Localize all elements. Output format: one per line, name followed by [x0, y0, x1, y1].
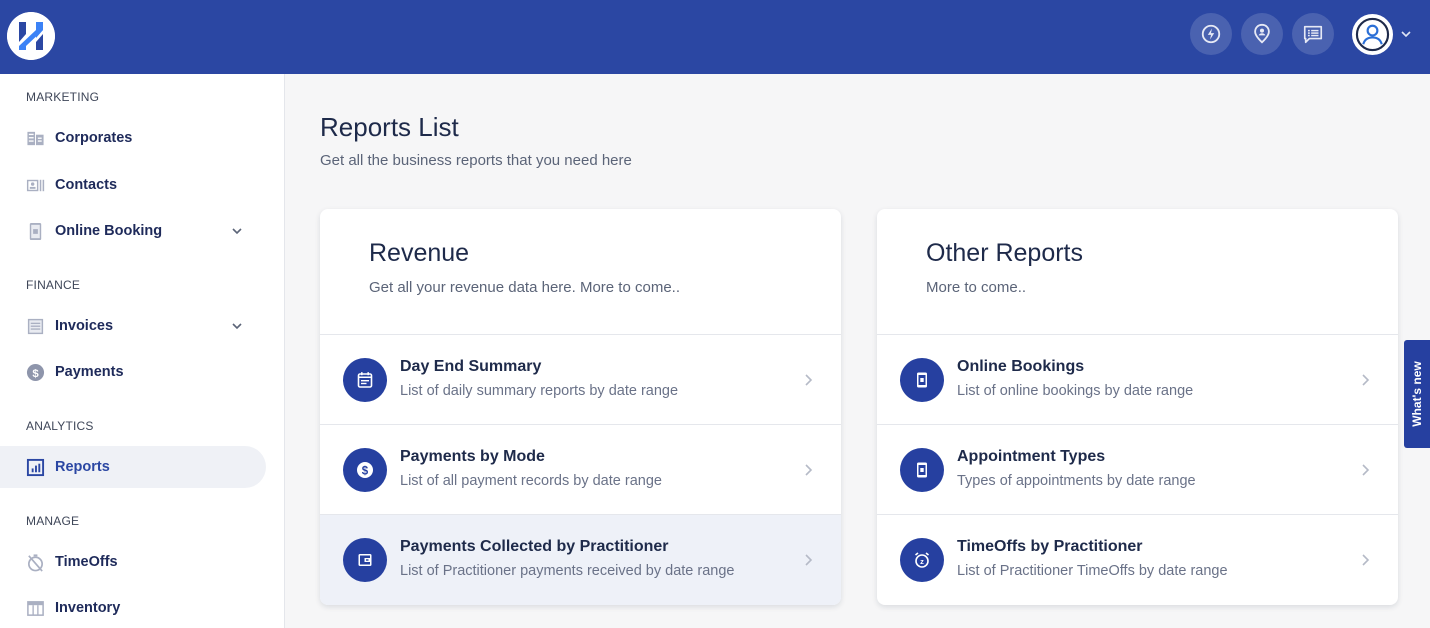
mobile-icon	[900, 358, 944, 402]
alarm-snooze-icon: z	[900, 538, 944, 582]
sidebar-item-label: Reports	[55, 459, 110, 475]
other-reports-card: Other Reports More to come.. Online Book…	[877, 209, 1398, 605]
top-navbar	[0, 0, 1430, 74]
dollar-icon: $	[26, 363, 45, 382]
chat-list-icon	[1303, 25, 1323, 44]
whats-new-tab[interactable]: What's new	[1404, 340, 1430, 448]
logo-icon	[7, 12, 55, 60]
dollar-icon: $	[343, 448, 387, 492]
page-title: Reports List	[320, 112, 459, 142]
report-title: Payments by Mode	[400, 448, 545, 465]
svg-text:$: $	[362, 465, 369, 477]
report-title: Online Bookings	[957, 358, 1085, 375]
card-title: Revenue	[369, 239, 470, 267]
revenue-card: Revenue Get all your revenue data here. …	[320, 209, 841, 605]
brand-logo[interactable]	[7, 12, 55, 60]
sidebar-item-reports[interactable]: Reports	[0, 446, 266, 488]
report-row-payments-by-mode[interactable]: $ Payments by Mode List of all payment r…	[320, 425, 841, 515]
chevron-down-icon[interactable]	[1399, 27, 1413, 41]
chevron-right-icon	[1362, 374, 1370, 386]
chart-icon	[26, 458, 45, 477]
report-row-timeoffs-by-practitioner[interactable]: z TimeOffs by Practitioner List of Pract…	[877, 515, 1398, 605]
mobile-icon	[26, 222, 45, 241]
chevron-down-icon[interactable]	[230, 319, 244, 333]
report-description: List of Practitioner TimeOffs by date ra…	[957, 563, 1228, 579]
messages-button[interactable]	[1292, 13, 1334, 55]
chevron-right-icon	[805, 554, 813, 566]
sidebar-item-invoices[interactable]: Invoices	[0, 305, 266, 347]
sidebar-item-corporates[interactable]: Corporates	[0, 117, 266, 159]
wallet-icon	[343, 538, 387, 582]
sidebar-item-label: Corporates	[55, 130, 133, 146]
section-label-manage: MANAGE	[26, 514, 80, 528]
sidebar-item-label: Contacts	[55, 177, 118, 193]
table-icon	[26, 599, 45, 618]
chevron-right-icon	[805, 464, 813, 476]
card-header: Revenue Get all your revenue data here. …	[320, 209, 841, 335]
card-header: Other Reports More to come..	[877, 209, 1398, 335]
building-icon	[26, 129, 45, 148]
sidebar-item-label: Payments	[55, 364, 124, 380]
sidebar-item-payments[interactable]: $ Payments	[0, 351, 266, 393]
section-label-marketing: MARKETING	[26, 90, 100, 104]
report-description: List of daily summary reports by date ra…	[400, 383, 679, 399]
user-avatar-button[interactable]	[1352, 14, 1393, 55]
report-description: List of online bookings by date range	[957, 383, 1194, 399]
svg-text:$: $	[32, 367, 39, 379]
chevron-right-icon	[1362, 464, 1370, 476]
section-label-analytics: ANALYTICS	[26, 419, 94, 433]
mobile-icon	[900, 448, 944, 492]
report-row-payments-collected-by-practitioner[interactable]: Payments Collected by Practitioner List …	[320, 515, 841, 605]
report-row-online-bookings[interactable]: Online Bookings List of online bookings …	[877, 335, 1398, 425]
sidebar-item-label: Inventory	[55, 600, 121, 616]
sidebar-item-label: Online Booking	[55, 223, 163, 239]
svg-text:z: z	[920, 557, 924, 566]
calendar-icon	[343, 358, 387, 402]
sidebar-item-online-booking[interactable]: Online Booking	[0, 210, 266, 252]
location-person-icon	[1254, 23, 1270, 44]
sidebar-item-label: TimeOffs	[55, 554, 118, 570]
report-title: Payments Collected by Practitioner	[400, 538, 669, 555]
report-title: TimeOffs by Practitioner	[957, 538, 1143, 555]
chevron-right-icon	[805, 374, 813, 386]
invoice-icon	[26, 317, 45, 336]
card-subtitle: Get all your revenue data here. More to …	[369, 279, 680, 296]
page-subtitle: Get all the business reports that you ne…	[320, 152, 632, 169]
chevron-down-icon[interactable]	[230, 224, 244, 238]
report-title: Appointment Types	[957, 448, 1106, 465]
report-description: List of all payment records by date rang…	[400, 473, 662, 489]
sidebar: MARKETING Corporates Contacts Online Boo…	[0, 74, 285, 628]
quick-actions-button[interactable]	[1190, 13, 1232, 55]
report-row-day-end-summary[interactable]: Day End Summary List of daily summary re…	[320, 335, 841, 425]
contact-card-icon	[26, 176, 45, 195]
sidebar-item-label: Invoices	[55, 318, 114, 334]
card-subtitle: More to come..	[926, 279, 1027, 296]
whats-new-label: What's new	[1410, 361, 1424, 427]
main-content: Reports List Get all the business report…	[286, 74, 1430, 628]
card-title: Other Reports	[926, 239, 1084, 267]
timer-off-icon	[26, 553, 45, 572]
report-description: List of Practitioner payments received b…	[400, 563, 735, 579]
sidebar-item-inventory[interactable]: Inventory	[0, 587, 266, 628]
locations-button[interactable]	[1241, 13, 1283, 55]
report-description: Types of appointments by date range	[957, 473, 1196, 489]
chevron-right-icon	[1362, 554, 1370, 566]
lightning-icon	[1201, 24, 1221, 44]
sidebar-item-contacts[interactable]: Contacts	[0, 164, 266, 206]
sidebar-item-timeoffs[interactable]: TimeOffs	[0, 541, 266, 583]
report-title: Day End Summary	[400, 358, 542, 375]
user-avatar-icon	[1355, 17, 1390, 52]
report-row-appointment-types[interactable]: Appointment Types Types of appointments …	[877, 425, 1398, 515]
section-label-finance: FINANCE	[26, 278, 81, 292]
